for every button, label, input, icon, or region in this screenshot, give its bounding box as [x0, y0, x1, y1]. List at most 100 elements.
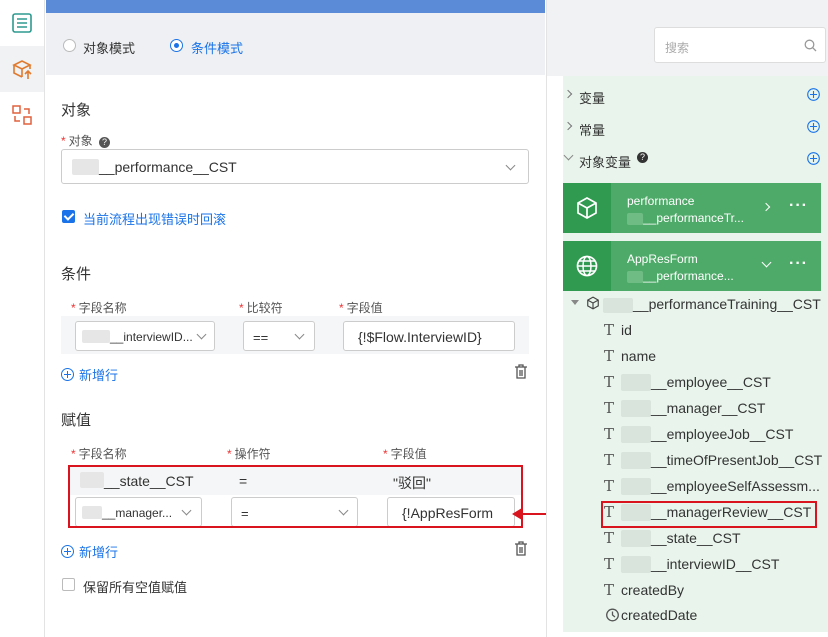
tree-constants[interactable]: 常量: [579, 120, 605, 139]
add-row-label: 新增行: [79, 545, 119, 560]
cond-cmp-select[interactable]: ==: [243, 321, 315, 351]
add-circle-icon: [61, 368, 74, 381]
help-icon: ?: [99, 137, 111, 148]
trash-icon[interactable]: [514, 364, 528, 379]
cube-icon: [587, 296, 599, 310]
left-icon-rail: [0, 0, 45, 637]
assign-col-name: * 字段名称: [71, 447, 127, 461]
tree-root-label[interactable]: __performanceTraining__CST: [603, 296, 821, 313]
top-accent-bar: [46, 0, 545, 13]
chevron-down-icon: [505, 160, 516, 171]
cond-field-select[interactable]: __interviewID...: [75, 321, 215, 351]
add-row-label: 新增行: [79, 368, 119, 383]
chevron-down-icon: [196, 329, 207, 340]
object-select[interactable]: __performance__CST: [61, 149, 529, 184]
assign-section-title: 赋值: [61, 412, 92, 429]
highlight-box-field: [601, 501, 817, 528]
object-mode-label[interactable]: 对象模式: [83, 38, 135, 57]
cond-cmp-value: ==: [253, 330, 269, 345]
globe-icon: [563, 241, 611, 291]
tree-variables[interactable]: 变量: [579, 88, 605, 107]
cond-value-input[interactable]: {!$Flow.InterviewID}: [343, 321, 515, 351]
assign-col-op: * 操作符: [227, 447, 271, 461]
object-var-card-appresform[interactable]: AppResForm __performance... ···: [563, 241, 821, 291]
card-title: performance: [627, 194, 695, 208]
text-type-icon: T: [604, 581, 615, 599]
field-row[interactable]: T __employeeJob__CST: [604, 425, 793, 443]
text-type-icon: T: [604, 347, 615, 365]
list-icon: [12, 13, 32, 33]
add-circle-icon[interactable]: [807, 120, 820, 133]
field-row[interactable]: T __state__CST: [604, 529, 741, 547]
caret-down-icon[interactable]: [571, 300, 579, 305]
rollback-checkbox[interactable]: [62, 210, 75, 223]
add-circle-icon: [61, 545, 74, 558]
swap-icon: [12, 105, 32, 125]
object-section-title: 对象: [61, 102, 92, 119]
text-type-icon: T: [604, 373, 615, 391]
chevron-down-icon[interactable]: [761, 257, 772, 268]
chevron-right-icon[interactable]: [761, 202, 771, 212]
text-type-icon: T: [604, 425, 615, 443]
rail-object-button[interactable]: [0, 46, 44, 92]
help-icon: ?: [637, 152, 648, 163]
condition-mode-label[interactable]: 条件模式: [191, 38, 243, 57]
rail-list-button[interactable]: [0, 0, 44, 46]
field-row[interactable]: T __employeeSelfAssessm...: [604, 477, 820, 495]
rollback-label[interactable]: 当前流程出现错误时回滚: [83, 209, 226, 228]
text-type-icon: T: [604, 477, 615, 495]
clock-icon: [606, 608, 619, 622]
tree-object-variables[interactable]: 对象变量: [579, 152, 631, 171]
text-type-icon: T: [604, 321, 615, 339]
field-row[interactable]: Tid: [604, 321, 632, 339]
card-subtitle: __performanceTr...: [627, 211, 744, 225]
right-header: 搜索: [547, 0, 828, 76]
more-icon[interactable]: ···: [789, 255, 808, 273]
cond-value-text: {!$Flow.InterviewID}: [358, 329, 482, 345]
redacted-prefix: [72, 159, 99, 175]
card-subtitle: __performance...: [627, 269, 734, 283]
field-row[interactable]: T __timeOfPresentJob__CST: [604, 451, 822, 469]
field-row[interactable]: T __interviewID__CST: [604, 555, 779, 573]
object-var-card-performance[interactable]: performance __performanceTr... ···: [563, 183, 821, 233]
main-panel: 对象模式 条件模式 对象 * 对象 ? __performance__CST 当前…: [46, 0, 545, 637]
keep-null-label[interactable]: 保留所有空值赋值: [83, 577, 187, 596]
cube-icon: [563, 183, 611, 233]
object-mode-radio[interactable]: [63, 39, 76, 52]
search-placeholder: 搜索: [665, 41, 690, 55]
mode-bar: 对象模式 条件模式: [46, 13, 545, 75]
add-circle-icon[interactable]: [807, 88, 820, 101]
card-title: AppResForm: [627, 252, 698, 266]
field-row[interactable]: T __manager__CST: [604, 399, 765, 417]
assign-col-value: * 字段值: [383, 447, 427, 461]
cond-add-row-button[interactable]: 新增行: [61, 365, 118, 384]
object-select-value: __performance__CST: [99, 159, 237, 175]
right-panel: 搜索 变量 常量 对象变量 ? performance __performanc…: [546, 0, 828, 637]
field-row[interactable]: Tname: [604, 347, 656, 365]
assign-add-row-button[interactable]: 新增行: [61, 542, 118, 561]
chevron-down-icon: [294, 329, 305, 340]
add-circle-icon[interactable]: [807, 152, 820, 165]
cond-col-name: * 字段名称: [71, 301, 127, 315]
conditions-section-title: 条件: [61, 266, 92, 283]
text-type-icon: T: [604, 555, 615, 573]
text-type-icon: T: [604, 399, 615, 417]
cond-field-value: __interviewID...: [110, 330, 193, 344]
rail-transform-button[interactable]: [0, 92, 44, 138]
search-icon: [804, 39, 817, 52]
condition-mode-radio[interactable]: [170, 39, 183, 52]
search-input[interactable]: 搜索: [654, 27, 826, 63]
object-field-label: * 对象 ?: [61, 132, 111, 149]
keep-null-checkbox[interactable]: [62, 578, 75, 591]
text-type-icon: T: [604, 451, 615, 469]
box-upload-icon: [12, 60, 32, 79]
more-icon[interactable]: ···: [789, 197, 808, 215]
field-row[interactable]: TcreatedBy: [604, 581, 684, 599]
field-row[interactable]: T __employee__CST: [604, 373, 771, 391]
text-type-icon: T: [604, 529, 615, 547]
field-row[interactable]: createdDate: [604, 607, 697, 623]
redacted-prefix: [82, 330, 110, 343]
cond-col-cmp: * 比较符: [239, 301, 283, 315]
cond-col-value: * 字段值: [339, 301, 383, 315]
trash-icon[interactable]: [514, 541, 528, 556]
